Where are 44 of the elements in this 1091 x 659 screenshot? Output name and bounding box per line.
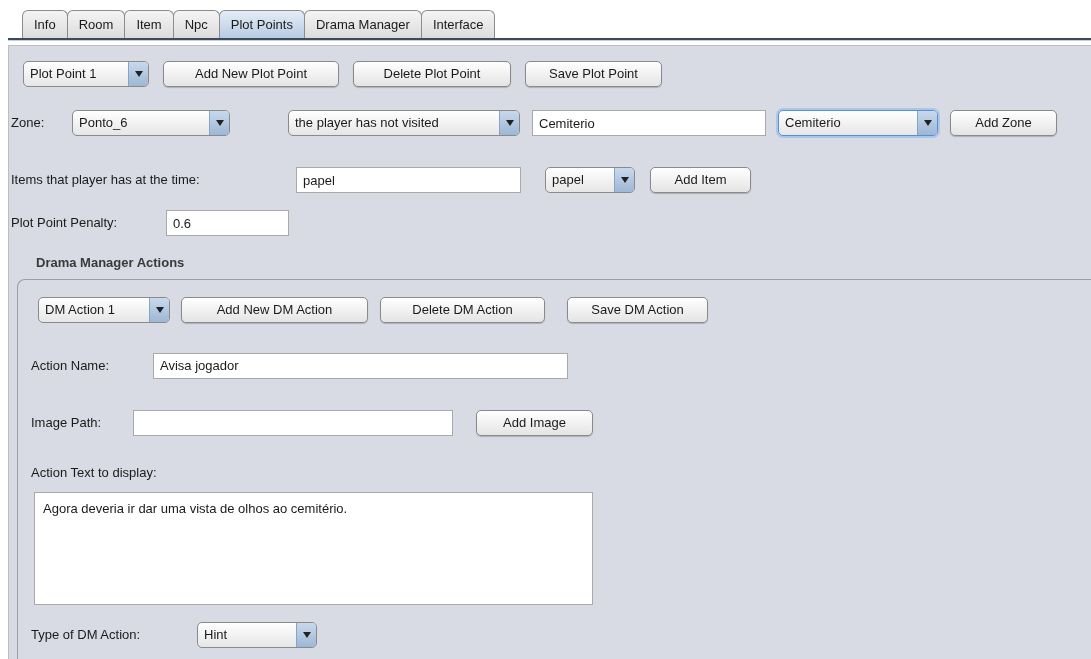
tab[interactable]: Drama Manager — [303, 10, 422, 38]
dropdown[interactable]: DM Action 1 — [38, 296, 170, 323]
action-button[interactable]: Add Zone — [950, 110, 1057, 136]
dropdown-arrow-icon — [134, 71, 143, 77]
image-path-field[interactable] — [133, 409, 453, 436]
action-name-field[interactable]: Avisa jogador — [153, 352, 568, 379]
action-button[interactable]: Delete Plot Point — [353, 61, 511, 87]
dropdown[interactable]: Hint — [197, 622, 317, 648]
items-field[interactable]: papel — [296, 167, 521, 193]
tab[interactable]: Plot Points — [218, 10, 305, 38]
zone-field[interactable]: Cemiterio — [532, 110, 766, 136]
field-label: Action Text to display: — [31, 463, 158, 482]
action-text-area[interactable]: Agora deveria ir dar uma vista de olhos ao cemitério. — [34, 492, 593, 605]
field-label: Plot Point Penalty: — [11, 214, 119, 233]
field-label: Items that player has at the time: — [11, 171, 201, 190]
action-button[interactable]: Save Plot Point — [525, 61, 662, 87]
dropdown-arrow-icon — [155, 306, 164, 313]
dropdown[interactable]: Ponto_6 — [72, 110, 230, 136]
field-label: Action Name: — [31, 356, 111, 375]
tab[interactable]: Room — [66, 10, 126, 38]
dropdown-arrow-icon — [215, 120, 224, 126]
action-button[interactable]: Add New Plot Point — [163, 61, 339, 87]
tab[interactable]: Interface — [420, 10, 496, 38]
tab[interactable]: Npc — [172, 10, 220, 38]
dropdown[interactable]: papel — [545, 167, 635, 193]
tab[interactable]: Info — [22, 10, 68, 38]
penalty-field[interactable]: 0.6 — [166, 210, 289, 236]
section-title: Drama Manager Actions — [36, 254, 186, 272]
dropdown[interactable]: Cemiterio — [778, 110, 938, 136]
field-label: Zone: — [11, 114, 46, 133]
action-button[interactable]: Add New DM Action — [181, 296, 368, 323]
dropdown[interactable]: the player has not visited — [288, 110, 520, 136]
tab[interactable]: Item — [124, 10, 174, 38]
dropdown[interactable]: Plot Point 1 — [23, 61, 149, 87]
dropdown-arrow-icon — [620, 177, 629, 183]
field-label: Image Path: — [31, 413, 103, 432]
action-button[interactable]: Add Item — [650, 167, 751, 193]
action-button[interactable]: Delete DM Action — [380, 296, 545, 323]
dropdown-arrow-icon — [505, 120, 514, 126]
dropdown-arrow-icon — [923, 120, 932, 126]
action-button[interactable]: Save DM Action — [567, 296, 708, 323]
dropdown-arrow-icon — [302, 632, 311, 638]
action-button[interactable]: Add Image — [476, 409, 593, 436]
field-label: Type of DM Action: — [31, 626, 142, 645]
